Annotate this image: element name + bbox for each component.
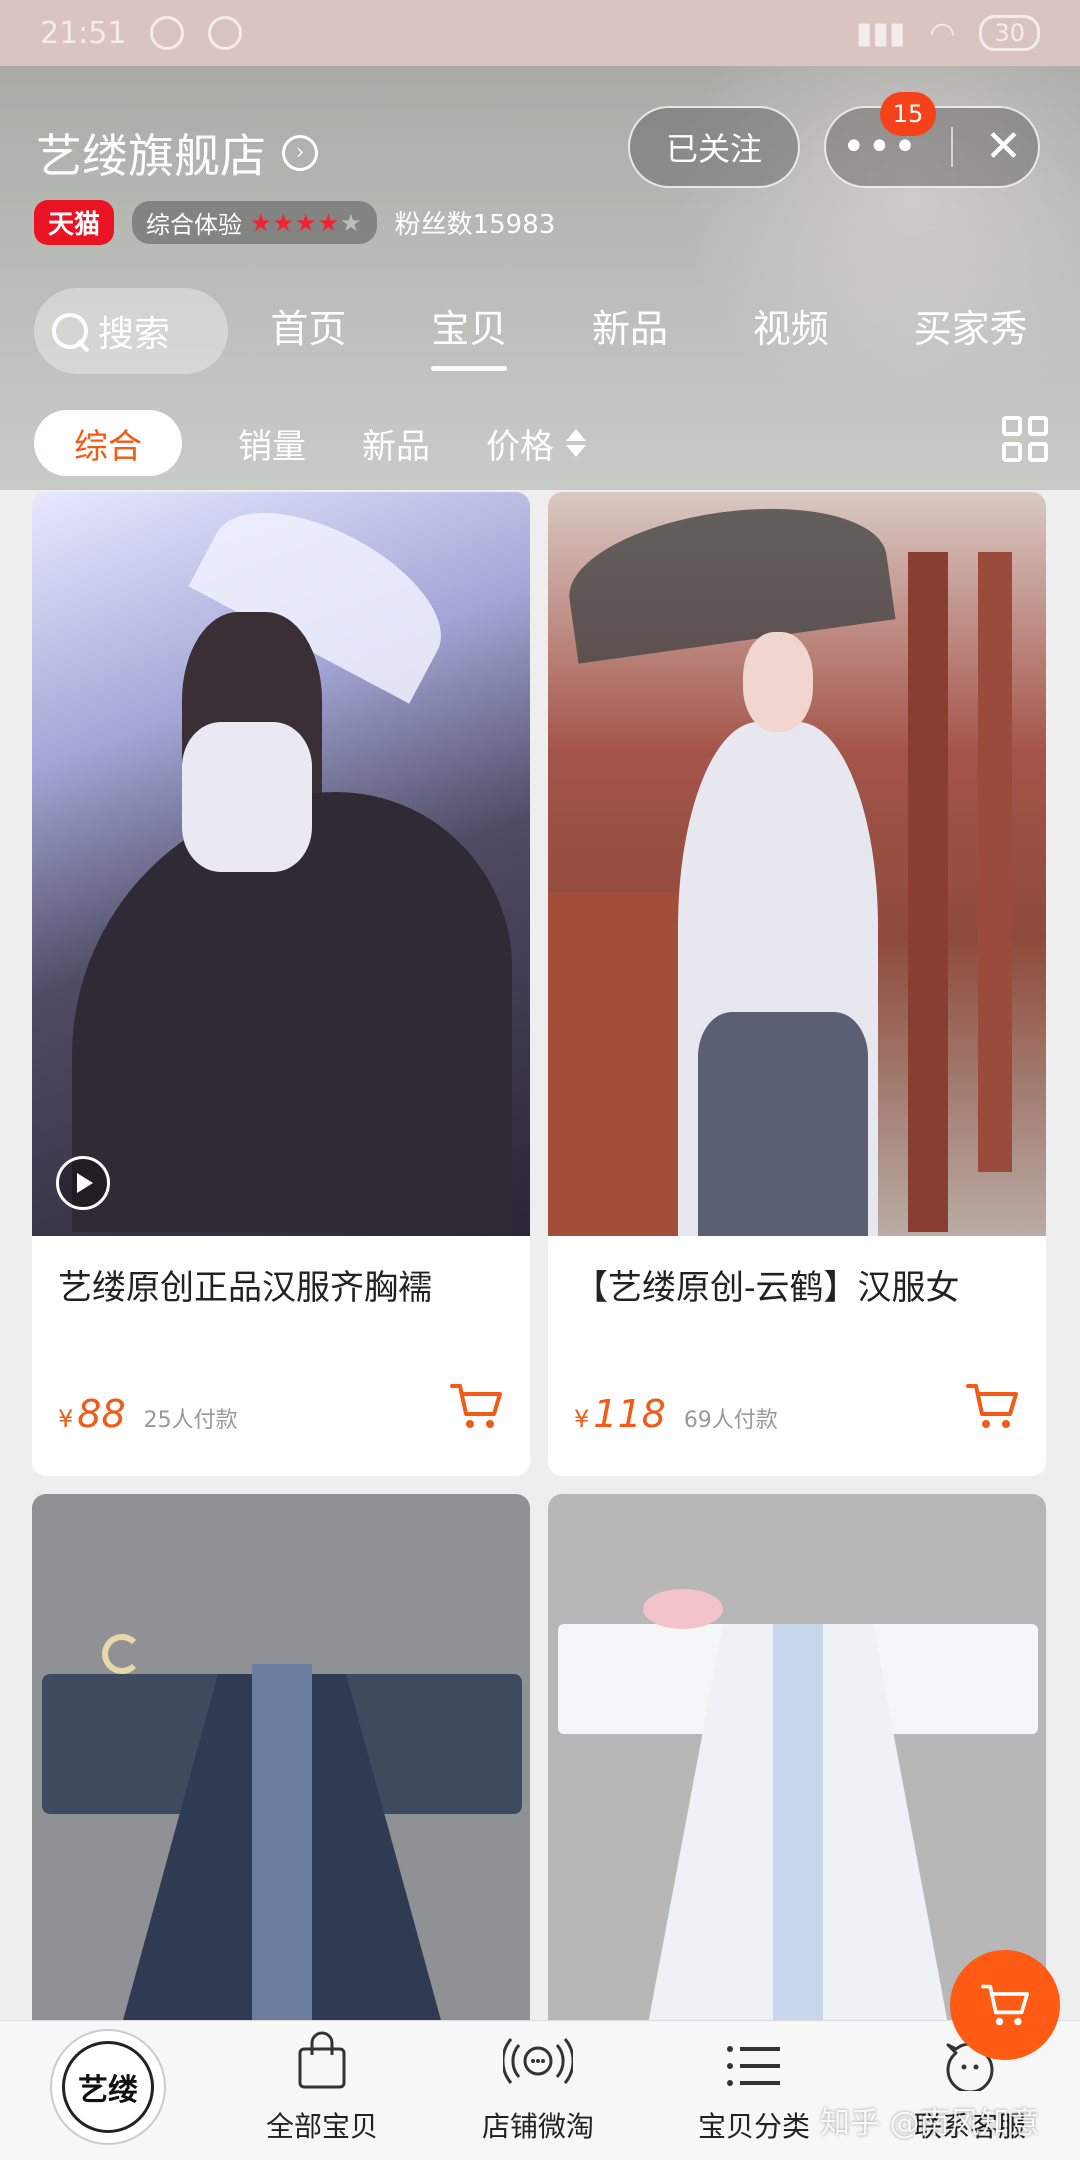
notification-badge: 15 (880, 92, 936, 136)
tab-video[interactable]: 视频 (753, 298, 829, 365)
bottom-tab-all-items[interactable]: 全部宝贝 (232, 2021, 412, 2160)
status-bar: 21:51 ▮▮▮ ◠ 30 (0, 0, 1080, 66)
bottom-tab-label: 全部宝贝 (265, 2110, 378, 2143)
filter-new[interactable]: 新品 (362, 419, 430, 468)
bottom-tab-label: 店铺微淘 (481, 2110, 594, 2143)
product-card[interactable] (32, 1494, 530, 2020)
bottom-tab-weitao[interactable]: 店铺微淘 (448, 2021, 628, 2160)
product-price: 118 (593, 1392, 666, 1436)
broadcast-icon (503, 2038, 573, 2084)
list-icon (727, 2046, 780, 2086)
close-icon[interactable]: ✕ (985, 125, 1022, 169)
price-row: ¥ 118 69人付款 (574, 1392, 778, 1436)
sleeve-shape (182, 722, 312, 872)
filter-sales[interactable]: 销量 (238, 419, 306, 468)
capsule-divider (950, 127, 953, 167)
filter-price[interactable]: 价格 (486, 419, 586, 468)
search-icon (50, 311, 90, 351)
add-to-cart-icon[interactable] (964, 1380, 1020, 1432)
pillar-shape (978, 552, 1012, 1172)
shop-rating-row: 天猫 综合体验 ★★★★★ 粉丝数15983 (34, 200, 555, 245)
product-image[interactable] (548, 1494, 1046, 2020)
currency-symbol: ¥ (574, 1405, 590, 1433)
tab-buyer-show[interactable]: 买家秀 (914, 298, 1028, 365)
play-video-button[interactable] (56, 1156, 110, 1210)
add-to-cart-icon[interactable] (448, 1380, 504, 1432)
signal-icon: ▮▮▮ (855, 15, 906, 51)
filter-new-label: 新品 (362, 426, 430, 467)
currency-symbol: ¥ (58, 1405, 74, 1433)
product-title: 【艺缕原创-云鹤】汉服女 (574, 1268, 960, 1308)
search-label: 搜索 (98, 314, 171, 355)
tmall-badge: 天猫 (34, 200, 115, 245)
product-card[interactable]: 艺缕原创正品汉服齐胸襦 ¥ 88 25人付款 (32, 492, 530, 1476)
watermark: 知乎 @南风知意 (820, 2106, 1040, 2141)
floating-cart-button[interactable] (950, 1950, 1060, 2060)
figure-face (743, 632, 813, 732)
product-grid: 艺缕原创正品汉服齐胸襦 ¥ 88 25人付款 【艺缕原创-云鹤】汉服女 ¥ 11… (0, 490, 1080, 2020)
chevron-right-icon: › (282, 135, 318, 171)
filter-comprehensive[interactable]: 综合 (34, 410, 182, 476)
product-image[interactable] (32, 1494, 530, 2020)
product-card[interactable]: 【艺缕原创-云鹤】汉服女 ¥ 118 69人付款 (548, 492, 1046, 1476)
sales-count: 25人付款 (143, 1408, 238, 1433)
moon-shape (102, 1634, 142, 1674)
tab-home[interactable]: 首页 (270, 298, 346, 365)
cart-icon (981, 1984, 1029, 2026)
shop-name-text: 艺缕旗舰店 (36, 129, 266, 183)
nav-tabs: 首页 宝贝 新品 视频 买家秀 (228, 298, 1080, 371)
product-image[interactable] (32, 492, 530, 1236)
notification-icon (150, 16, 185, 50)
flower-shape (643, 1589, 723, 1629)
sales-count: 69人付款 (683, 1408, 778, 1433)
rating-stars: ★★★★★ (250, 208, 363, 237)
experience-rating[interactable]: 综合体验 ★★★★★ (132, 201, 377, 244)
shop-header: 艺缕旗舰店 › 已关注 ••• ✕ 15 天猫 综合体验 ★★★★★ 粉丝数15… (0, 66, 1080, 490)
status-time: 21:51 (40, 15, 127, 51)
sort-arrows-icon (566, 429, 586, 457)
robe-band-shape (773, 1624, 823, 2020)
search-button[interactable]: 搜索 (34, 288, 228, 374)
rating-label: 综合体验 (146, 211, 243, 239)
product-image[interactable] (548, 492, 1046, 1236)
shop-logo-text: 艺缕 (62, 2041, 154, 2133)
bottom-tab-label: 宝贝分类 (697, 2110, 810, 2143)
shop-logo[interactable]: 艺缕 (52, 2031, 164, 2143)
pillar-shape (908, 552, 948, 1232)
status-right: ▮▮▮ ◠ 30 (856, 15, 1040, 51)
shop-name[interactable]: 艺缕旗舰店 › (36, 120, 318, 186)
product-price: 88 (77, 1392, 126, 1436)
tab-items[interactable]: 宝贝 (431, 298, 508, 371)
sort-filter-row: 综合 销量 新品 价格 (0, 396, 1080, 490)
shop-nav: 搜索 首页 宝贝 新品 视频 买家秀 (0, 276, 1080, 386)
follow-button[interactable]: 已关注 (628, 106, 800, 188)
wifi-icon: ◠ (929, 15, 956, 51)
filter-price-label: 价格 (486, 426, 554, 467)
skirt-shape (698, 1012, 868, 1236)
shopping-bag-icon (298, 2031, 346, 2089)
status-left: 21:51 (40, 15, 243, 51)
battery-icon: 30 (979, 15, 1040, 51)
tab-new[interactable]: 新品 (592, 298, 668, 365)
price-row: ¥ 88 25人付款 (58, 1392, 238, 1436)
product-title: 艺缕原创正品汉服齐胸襦 (58, 1268, 432, 1308)
railing-shape (548, 892, 688, 1236)
umbrella-shape (560, 492, 896, 664)
search-status-icon (208, 16, 243, 50)
robe-band-shape (252, 1664, 312, 2020)
bottom-tab-categories[interactable]: 宝贝分类 (664, 2021, 844, 2160)
filter-sales-label: 销量 (238, 426, 306, 467)
grid-view-icon[interactable] (1002, 416, 1048, 462)
product-card[interactable] (548, 1494, 1046, 2020)
fans-count: 粉丝数15983 (394, 210, 556, 240)
